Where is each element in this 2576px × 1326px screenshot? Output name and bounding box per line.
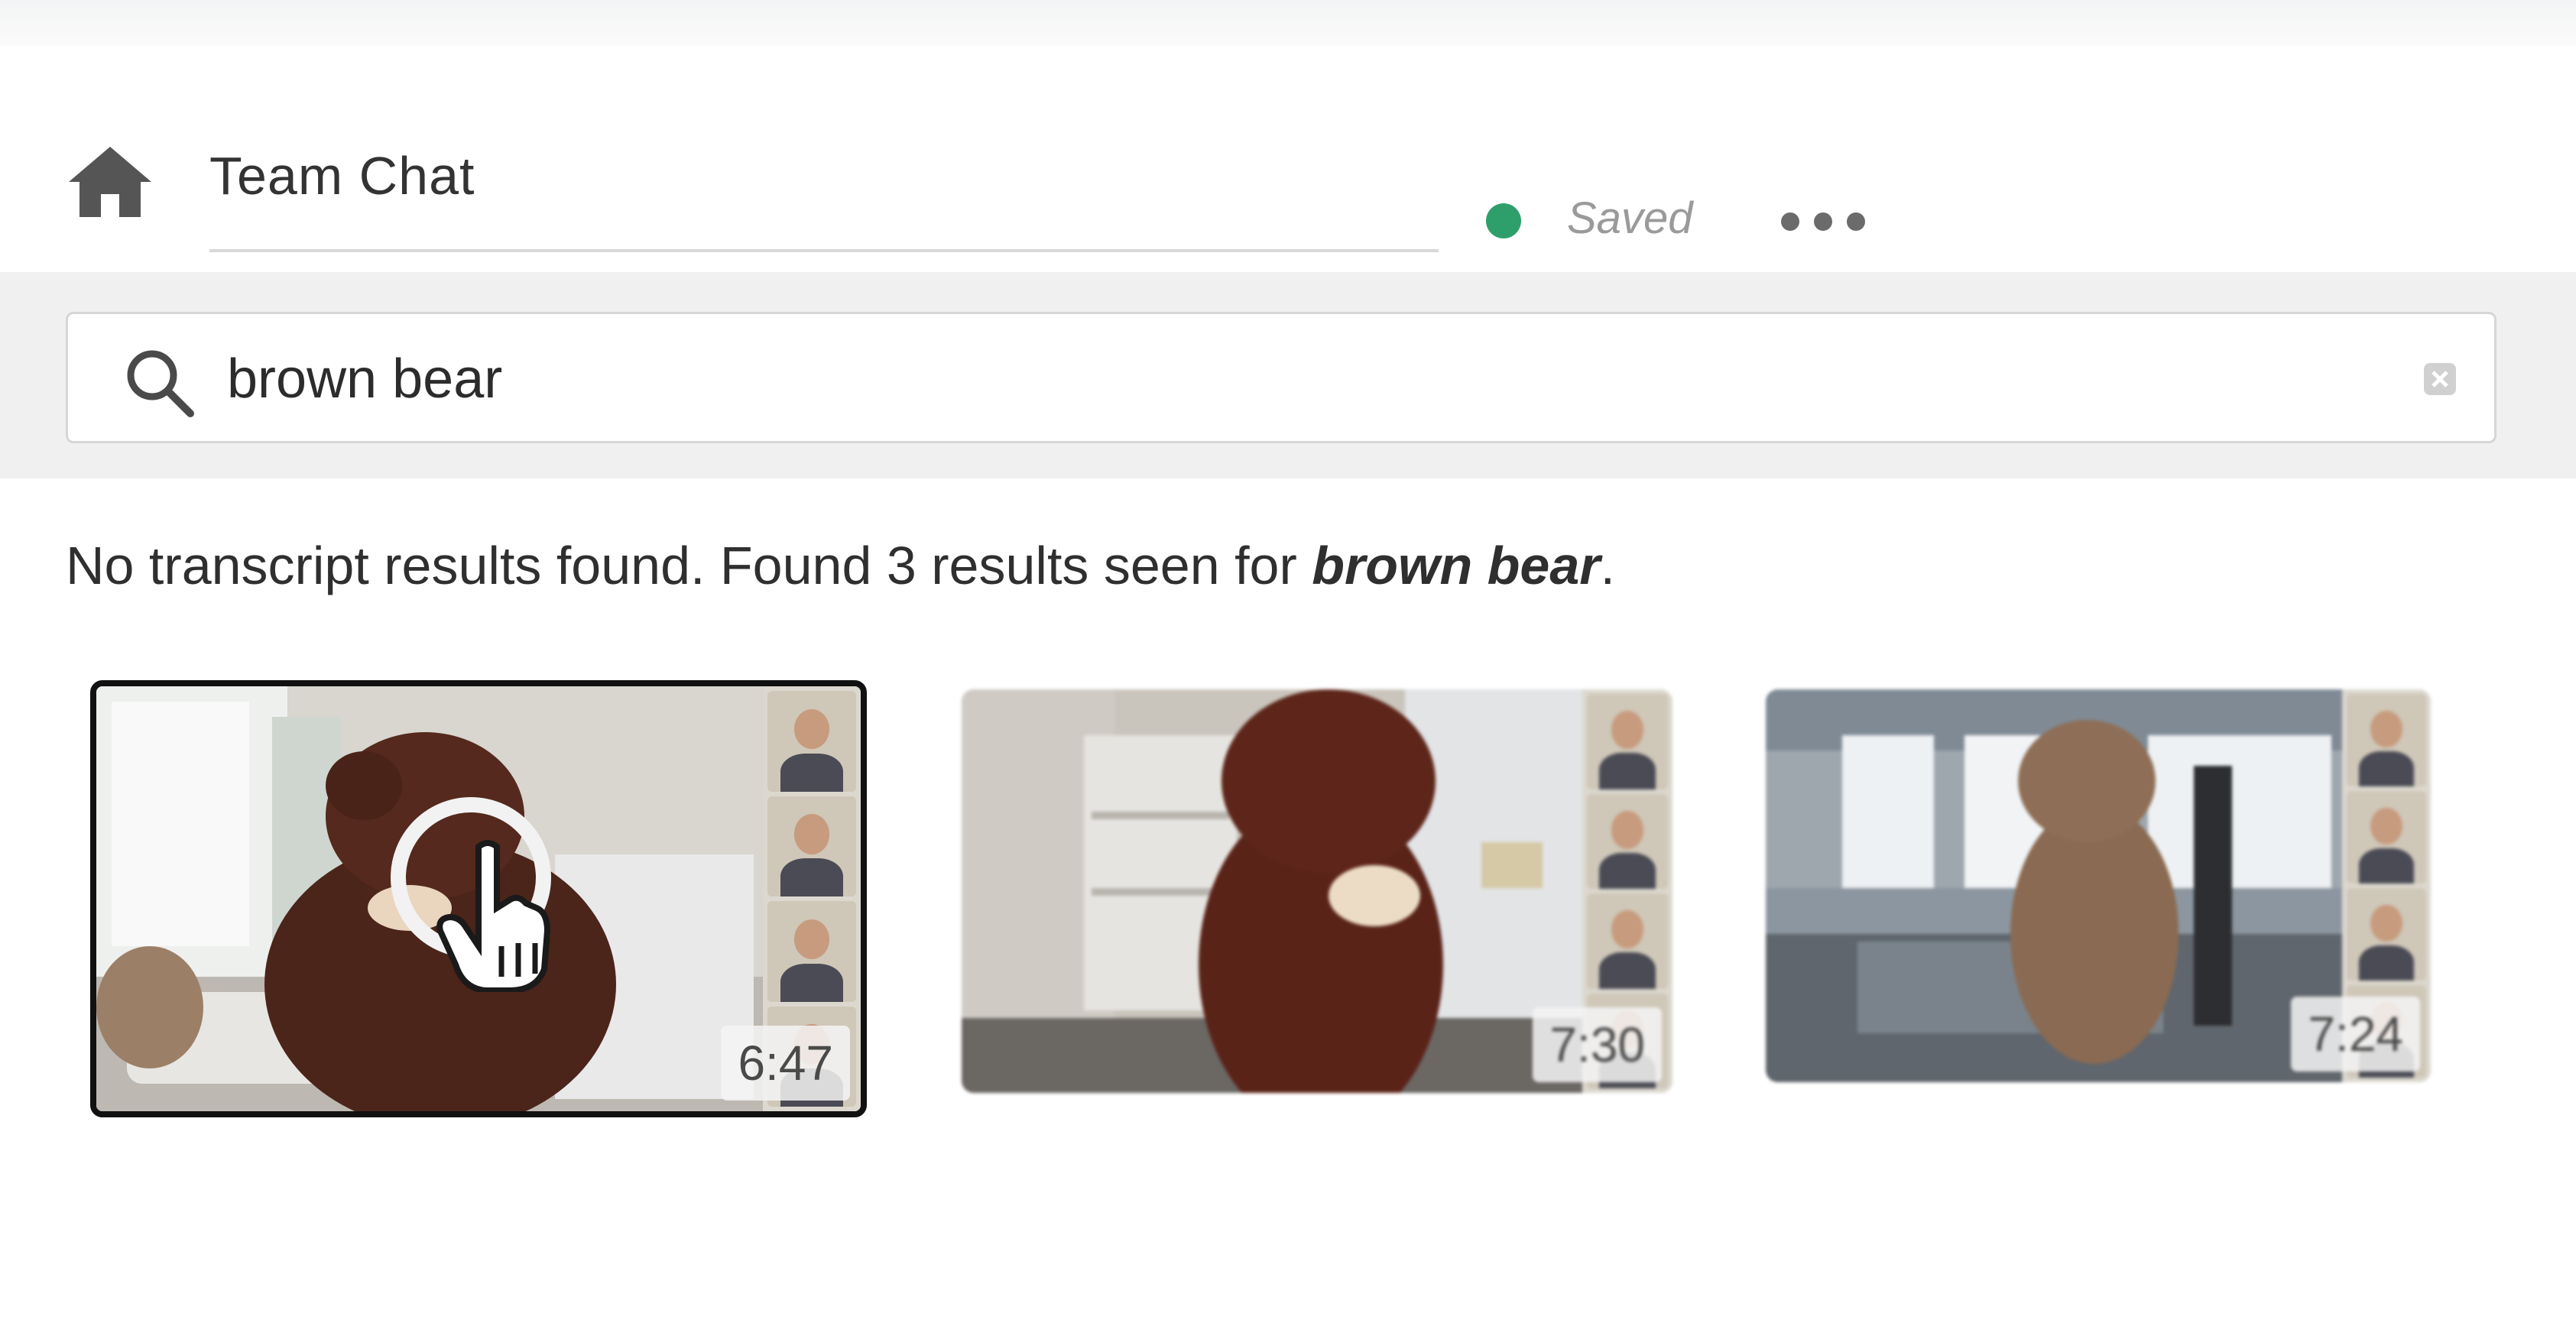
participant-tile (767, 796, 856, 896)
video-duration: 7:24 (2291, 997, 2420, 1071)
search-icon (127, 350, 194, 417)
participant-tile (2347, 888, 2426, 981)
results-query: brown bear (1312, 536, 1601, 595)
participant-tile (2347, 791, 2426, 883)
search-input[interactable] (227, 337, 2291, 421)
results-message: No transcript results found. Found 3 res… (66, 536, 1615, 595)
page-title[interactable]: Team Chat (209, 145, 475, 206)
participant-tile (767, 691, 856, 792)
search-band (0, 272, 2576, 478)
header: Team Chat Saved (0, 46, 2576, 267)
video-result-thumbnail[interactable]: 7:24 (1766, 689, 2431, 1082)
window-top-strip (0, 0, 2576, 47)
video-duration: 7:30 (1533, 1007, 1662, 1082)
more-options-button[interactable] (1781, 199, 1865, 245)
video-result-thumbnail[interactable]: 6:47 (90, 680, 867, 1117)
title-underline (209, 249, 1439, 252)
search-box[interactable] (66, 312, 2497, 443)
participant-tile (2347, 694, 2426, 786)
participant-tile (1587, 694, 1668, 789)
participant-tile (1587, 893, 1668, 989)
video-result-thumbnail[interactable]: 7:30 (962, 689, 1672, 1093)
video-duration: 6:47 (721, 1026, 850, 1101)
saved-status-label: Saved (1567, 193, 1693, 243)
saved-status-dot (1486, 203, 1521, 238)
more-horizontal-icon (1781, 212, 1799, 231)
participant-tile (1587, 793, 1668, 889)
close-icon[interactable] (2424, 363, 2456, 395)
hand-cursor-icon (391, 797, 551, 992)
participant-tile (767, 901, 856, 1002)
home-icon[interactable] (66, 144, 154, 220)
